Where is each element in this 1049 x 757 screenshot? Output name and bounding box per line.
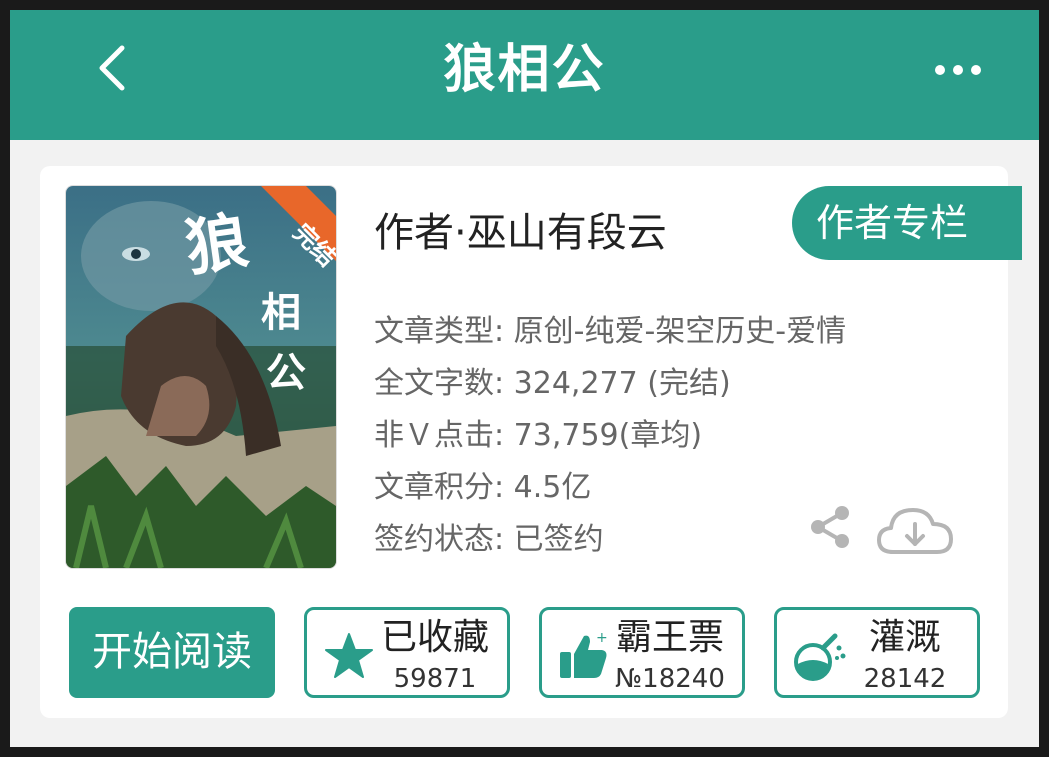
more-horizontal-icon — [935, 65, 981, 75]
share-button[interactable] — [805, 502, 855, 552]
meta-value: 73,759(章均) — [513, 418, 703, 453]
author-name[interactable]: 作者·巫山有段云 — [374, 208, 667, 258]
cover-title-char-1: 狼 — [181, 204, 253, 285]
meta-row-genre: 文章类型: 原创-纯爱-架空历史-爱情 — [374, 314, 847, 349]
meta-value: 324,277 (完结) — [513, 366, 731, 401]
meta-label: 全文字数 — [374, 366, 494, 401]
cloud-download-icon — [877, 508, 953, 554]
meta-value: 已签约 — [513, 522, 604, 557]
top-bar: 狼相公 — [10, 10, 1039, 140]
meta-label: 文章积分 — [374, 470, 494, 505]
download-button[interactable] — [875, 502, 955, 558]
book-info-card: 狼 相 公 完结 作者·巫山有段云 作者专栏 文章类型: 原创-纯爱-架空历史-… — [40, 166, 1022, 718]
start-reading-button[interactable]: 开始阅读 — [69, 607, 275, 698]
share-icon — [811, 506, 849, 548]
more-button[interactable] — [930, 50, 986, 90]
collect-count: 59871 — [393, 664, 477, 694]
meta-value: 4.5亿 — [513, 470, 592, 505]
meta-label: 非Ｖ点击 — [374, 418, 494, 453]
water-button[interactable]: 灌溉 28142 — [774, 607, 980, 698]
page-title: 狼相公 — [443, 40, 606, 100]
vote-button[interactable]: + 霸王票 №18240 — [539, 607, 745, 698]
meta-row-clicks: 非Ｖ点击: 73,759(章均) — [374, 418, 703, 453]
book-meta-list: 文章类型: 原创-纯爱-架空历史-爱情 全文字数: 324,277 (完结) 非… — [374, 306, 846, 566]
meta-row-contract: 签约状态: 已签约 — [374, 522, 604, 557]
author-column-button[interactable]: 作者专栏 — [792, 186, 1022, 260]
collect-label: 已收藏 — [380, 617, 489, 658]
app-screen: 狼相公 狼 相 公 完结 作者·巫山有段云 作者专栏 文章类型: 原创-纯爱-架… — [10, 10, 1039, 747]
meta-row-word-count: 全文字数: 324,277 (完结) — [374, 366, 731, 401]
collect-button[interactable]: 已收藏 59871 — [304, 607, 510, 698]
cover-title-char-3: 公 — [266, 350, 306, 396]
meta-value: 原创-纯爱-架空历史-爱情 — [513, 314, 847, 349]
meta-label: 签约状态 — [374, 522, 494, 557]
cover-title-char-2: 相 — [261, 290, 301, 336]
vote-count: №18240 — [615, 664, 725, 694]
cover-image: 狼 相 公 完结 — [66, 186, 336, 568]
water-count: 28142 — [863, 664, 947, 694]
vote-label: 霸王票 — [615, 617, 724, 658]
water-label: 灌溉 — [868, 617, 941, 658]
meta-row-score: 文章积分: 4.5亿 — [374, 470, 592, 505]
book-cover[interactable]: 狼 相 公 完结 — [65, 185, 337, 569]
meta-label: 文章类型 — [374, 314, 494, 349]
